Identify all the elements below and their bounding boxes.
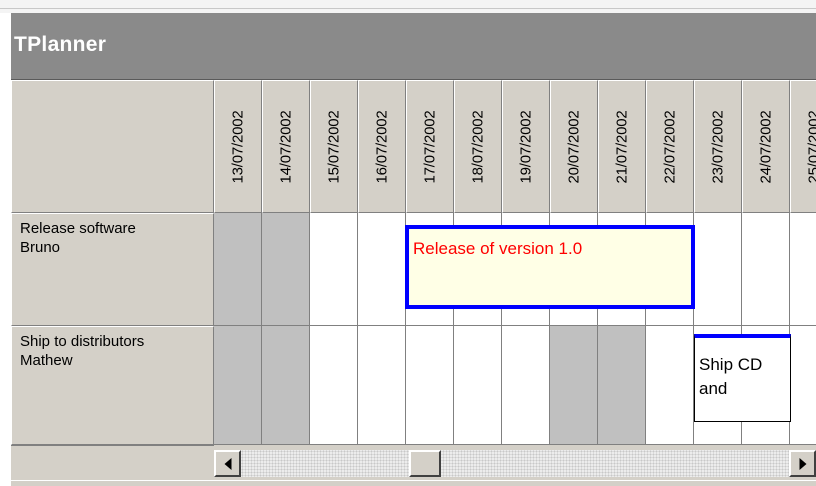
planner-title-bar: TPlanner	[11, 13, 816, 80]
date-header[interactable]: 15/07/2002	[310, 80, 358, 213]
footer-corner	[11, 445, 214, 480]
grid-cell[interactable]	[358, 326, 406, 445]
scroll-thumb[interactable]	[409, 450, 441, 477]
grid-cell[interactable]	[550, 326, 598, 445]
date-label: 16/07/2002	[373, 109, 391, 184]
date-label: 19/07/2002	[517, 109, 535, 184]
date-header[interactable]: 19/07/2002	[502, 80, 550, 213]
date-label: 25/07/2002	[805, 109, 816, 184]
date-label: 22/07/2002	[661, 109, 679, 184]
scroll-right-button[interactable]	[789, 450, 816, 477]
date-header[interactable]: 20/07/2002	[550, 80, 598, 213]
date-label: 20/07/2002	[565, 109, 583, 184]
date-header[interactable]: 18/07/2002	[454, 80, 502, 213]
scroll-left-button[interactable]	[214, 450, 241, 477]
date-header[interactable]: 16/07/2002	[358, 80, 406, 213]
date-label: 13/07/2002	[229, 109, 247, 184]
row-label-ship[interactable]: Ship to distributors Mathew	[11, 326, 214, 445]
grid-cell[interactable]	[310, 213, 358, 326]
left-arrow-icon	[224, 457, 231, 470]
bottom-edge	[11, 480, 816, 486]
row-task-name: Ship to distributors	[20, 333, 145, 350]
date-header[interactable]: 25/07/2002	[790, 80, 816, 213]
event-ship-cd[interactable]: Ship CD and	[694, 334, 791, 422]
event-text: Ship CD and	[699, 355, 763, 398]
date-label: 24/07/2002	[757, 109, 775, 184]
date-header[interactable]: 23/07/2002	[694, 80, 742, 213]
grid-cell[interactable]	[262, 213, 310, 326]
planner-title: TPlanner	[14, 33, 107, 56]
event-release-version[interactable]: Release of version 1.0	[405, 225, 695, 309]
date-label: 23/07/2002	[709, 109, 727, 184]
event-text: Release of version 1.0	[413, 239, 583, 258]
planner: TPlanner 13/07/2002 14/07/2002 15/07/2002 1…	[11, 13, 816, 486]
date-header[interactable]: 24/07/2002	[742, 80, 790, 213]
horizontal-scrollbar[interactable]	[214, 450, 816, 477]
grid-cell[interactable]	[694, 213, 742, 326]
row-label-release[interactable]: Release software Bruno	[11, 213, 214, 326]
date-label: 18/07/2002	[469, 109, 487, 184]
date-header[interactable]: 21/07/2002	[598, 80, 646, 213]
grid-cell[interactable]	[502, 326, 550, 445]
row-resource-name: Bruno	[20, 239, 61, 256]
right-arrow-icon	[799, 457, 806, 470]
row-task-name: Release software	[20, 220, 136, 237]
grid-cell[interactable]	[214, 213, 262, 326]
date-label: 15/07/2002	[325, 109, 343, 184]
date-header[interactable]: 17/07/2002	[406, 80, 454, 213]
grid-cell[interactable]	[742, 213, 790, 326]
date-header[interactable]: 22/07/2002	[646, 80, 694, 213]
grid-cell[interactable]	[262, 326, 310, 445]
grid-cell[interactable]	[406, 326, 454, 445]
header-corner	[11, 80, 214, 213]
grid-cell[interactable]	[214, 326, 262, 445]
date-label: 17/07/2002	[421, 109, 439, 184]
grid-cell[interactable]	[790, 213, 816, 326]
grid-cell[interactable]	[454, 326, 502, 445]
date-header[interactable]: 13/07/2002	[214, 80, 262, 213]
grid-cell[interactable]	[310, 326, 358, 445]
date-header[interactable]: 14/07/2002	[262, 80, 310, 213]
date-label: 21/07/2002	[613, 109, 631, 184]
grid-cell[interactable]	[358, 213, 406, 326]
row-resource-name: Mathew	[20, 352, 73, 369]
grid-cell[interactable]	[790, 326, 816, 445]
date-label: 14/07/2002	[277, 109, 295, 184]
grid-cell[interactable]	[646, 326, 694, 445]
top-strip	[0, 0, 816, 13]
grid-cell[interactable]	[598, 326, 646, 445]
